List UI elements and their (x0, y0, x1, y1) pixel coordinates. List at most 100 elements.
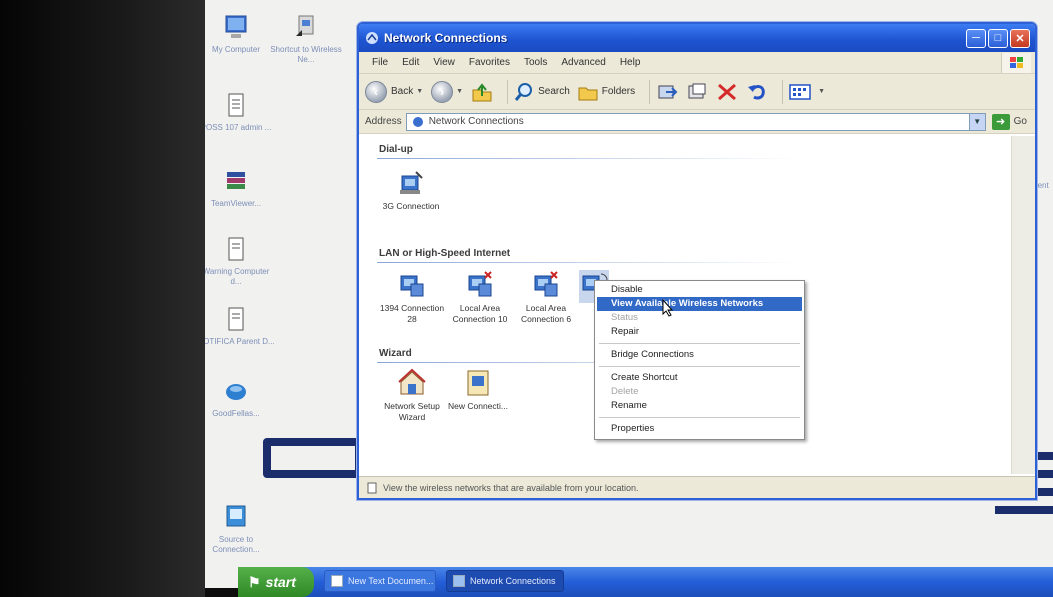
back-button[interactable]: ‹ Back ▼ (365, 80, 424, 103)
close-icon: ✕ (1015, 32, 1025, 45)
taskbar-item-text-document[interactable]: New Text Documen... (324, 570, 436, 592)
desktop-icon-my-computer[interactable]: My Computer (205, 14, 275, 55)
desktop-icon-wireless-shortcut[interactable]: Shortcut to Wireless Ne... (267, 14, 345, 65)
monitor-bezel-left (0, 0, 205, 597)
desktop-icon-shortcut[interactable]: Source to Connection... (205, 504, 275, 555)
menu-item-repair[interactable]: Repair (597, 325, 802, 339)
menu-item-delete: Delete (611, 386, 639, 397)
taskbar: ⚑ start New Text Documen... Network Conn… (238, 567, 1053, 597)
network-connections-icon (412, 116, 423, 127)
menu-item-status: Status (611, 312, 638, 323)
status-info-icon (367, 482, 377, 493)
group-divider (377, 262, 797, 263)
undo-button[interactable] (746, 82, 768, 102)
menu-item-view-available-wireless-networks[interactable]: View Available Wireless Networks (597, 297, 802, 311)
delete-button[interactable] (716, 82, 738, 102)
back-arrow-icon: ‹ (365, 80, 387, 103)
menu-tools[interactable]: Tools (517, 57, 554, 68)
chevron-down-icon: ▼ (456, 88, 464, 95)
lan-connection-icon (468, 271, 492, 297)
folders-button[interactable]: Folders (578, 83, 635, 101)
app-icon (226, 384, 246, 400)
taskbar-item-network-connections[interactable]: Network Connections (446, 570, 564, 592)
status-bar: View the wireless networks that are avai… (359, 476, 1035, 498)
title-bar[interactable]: Network Connections ─ □ ✕ (359, 24, 1035, 52)
start-button[interactable]: ⚑ start (238, 567, 314, 597)
status-text: View the wireless networks that are avai… (383, 482, 639, 493)
menu-item-disable[interactable]: Disable (597, 283, 802, 297)
desktop-icon-archive[interactable]: TeamViewer... (205, 168, 275, 209)
toolbar-separator (507, 79, 509, 104)
menu-advanced[interactable]: Advanced (554, 57, 612, 68)
new-connection-icon (467, 370, 489, 396)
menu-edit[interactable]: Edit (395, 57, 426, 68)
menu-separator (599, 343, 800, 344)
group-title-wizard: Wizard (379, 348, 412, 359)
up-folder-icon (472, 82, 492, 101)
house-network-icon (398, 368, 426, 395)
shortcut-icon (226, 505, 246, 527)
search-button[interactable]: Search (514, 82, 570, 102)
document-icon (228, 237, 244, 261)
undo-icon (748, 84, 765, 99)
toolbar-separator (649, 79, 651, 104)
maximize-icon: □ (994, 32, 1002, 44)
wallpaper-bar (995, 506, 1053, 514)
desktop-icon-doc-3[interactable]: NOTIFICA Parent D... (205, 306, 275, 347)
window-title: Network Connections (384, 31, 508, 45)
desktop-icon-app[interactable]: GoodFellas... (205, 378, 275, 419)
document-icon (331, 575, 343, 587)
lan-connection-icon (534, 271, 558, 297)
address-input[interactable]: Network Connections ▼ (405, 112, 986, 131)
vertical-scrollbar[interactable] (1011, 136, 1035, 474)
close-button[interactable]: ✕ (1010, 28, 1030, 48)
views-button[interactable]: ▼ (789, 83, 825, 101)
menu-file[interactable]: File (365, 57, 395, 68)
network-connections-icon (453, 575, 465, 587)
connection-local-area-10[interactable]: Local Area Connection 10 (447, 270, 513, 325)
dial-up-connection-icon (400, 171, 423, 194)
chevron-down-icon: ▼ (416, 88, 424, 95)
minimize-icon: ─ (972, 32, 980, 44)
group-title-dial-up: Dial-up (379, 144, 413, 155)
archive-icon (227, 172, 245, 189)
menu-view[interactable]: View (426, 57, 462, 68)
toolbar: ‹ Back ▼ › ▼ Search Folders ▼ (359, 74, 1035, 110)
move-to-button[interactable] (656, 82, 678, 102)
address-value: Network Connections (428, 116, 524, 127)
menu-item-properties[interactable]: Properties (597, 422, 802, 436)
search-icon (514, 82, 533, 101)
forward-arrow-icon: › (431, 80, 454, 103)
lan-connection-icon (400, 275, 424, 297)
mouse-cursor-icon (662, 299, 674, 317)
forward-button[interactable]: › ▼ (431, 80, 464, 103)
desktop-icon-doc-1[interactable]: POSS 107 admin ... (205, 92, 275, 133)
menu-item-create-shortcut[interactable]: Create Shortcut (597, 371, 802, 385)
move-to-icon (658, 85, 678, 98)
new-connection-wizard[interactable]: New Connecti... (445, 368, 511, 412)
go-button[interactable]: ➜ Go (991, 113, 1027, 130)
menu-favorites[interactable]: Favorites (462, 57, 517, 68)
document-icon (228, 307, 244, 331)
address-dropdown-button[interactable]: ▼ (968, 113, 985, 130)
desktop-icon-doc-2[interactable]: Warning Computer d... (205, 236, 275, 287)
menu-help[interactable]: Help (613, 57, 648, 68)
minimize-button[interactable]: ─ (966, 28, 986, 48)
copy-to-button[interactable] (686, 82, 708, 102)
delete-x-icon (718, 83, 737, 100)
menu-item-bridge-connections[interactable]: Bridge Connections (597, 348, 802, 362)
network-connections-icon (366, 32, 378, 44)
connection-local-area-6[interactable]: Local Area Connection 6 (513, 270, 579, 325)
toolbar-separator (782, 79, 784, 104)
up-folder-button[interactable] (471, 82, 493, 102)
menu-separator (599, 366, 800, 367)
connection-1394[interactable]: 1394 Connection 28 (379, 270, 445, 325)
maximize-button[interactable]: □ (988, 28, 1008, 48)
chevron-down-icon: ▼ (818, 88, 826, 95)
network-setup-wizard[interactable]: Network Setup Wizard (379, 368, 445, 423)
wallpaper-shape (263, 438, 363, 478)
menu-item-rename[interactable]: Rename (597, 399, 802, 413)
network-shortcut-icon (296, 15, 314, 36)
folders-icon (578, 87, 598, 100)
connection-3g[interactable]: 3G Connection (378, 168, 444, 212)
